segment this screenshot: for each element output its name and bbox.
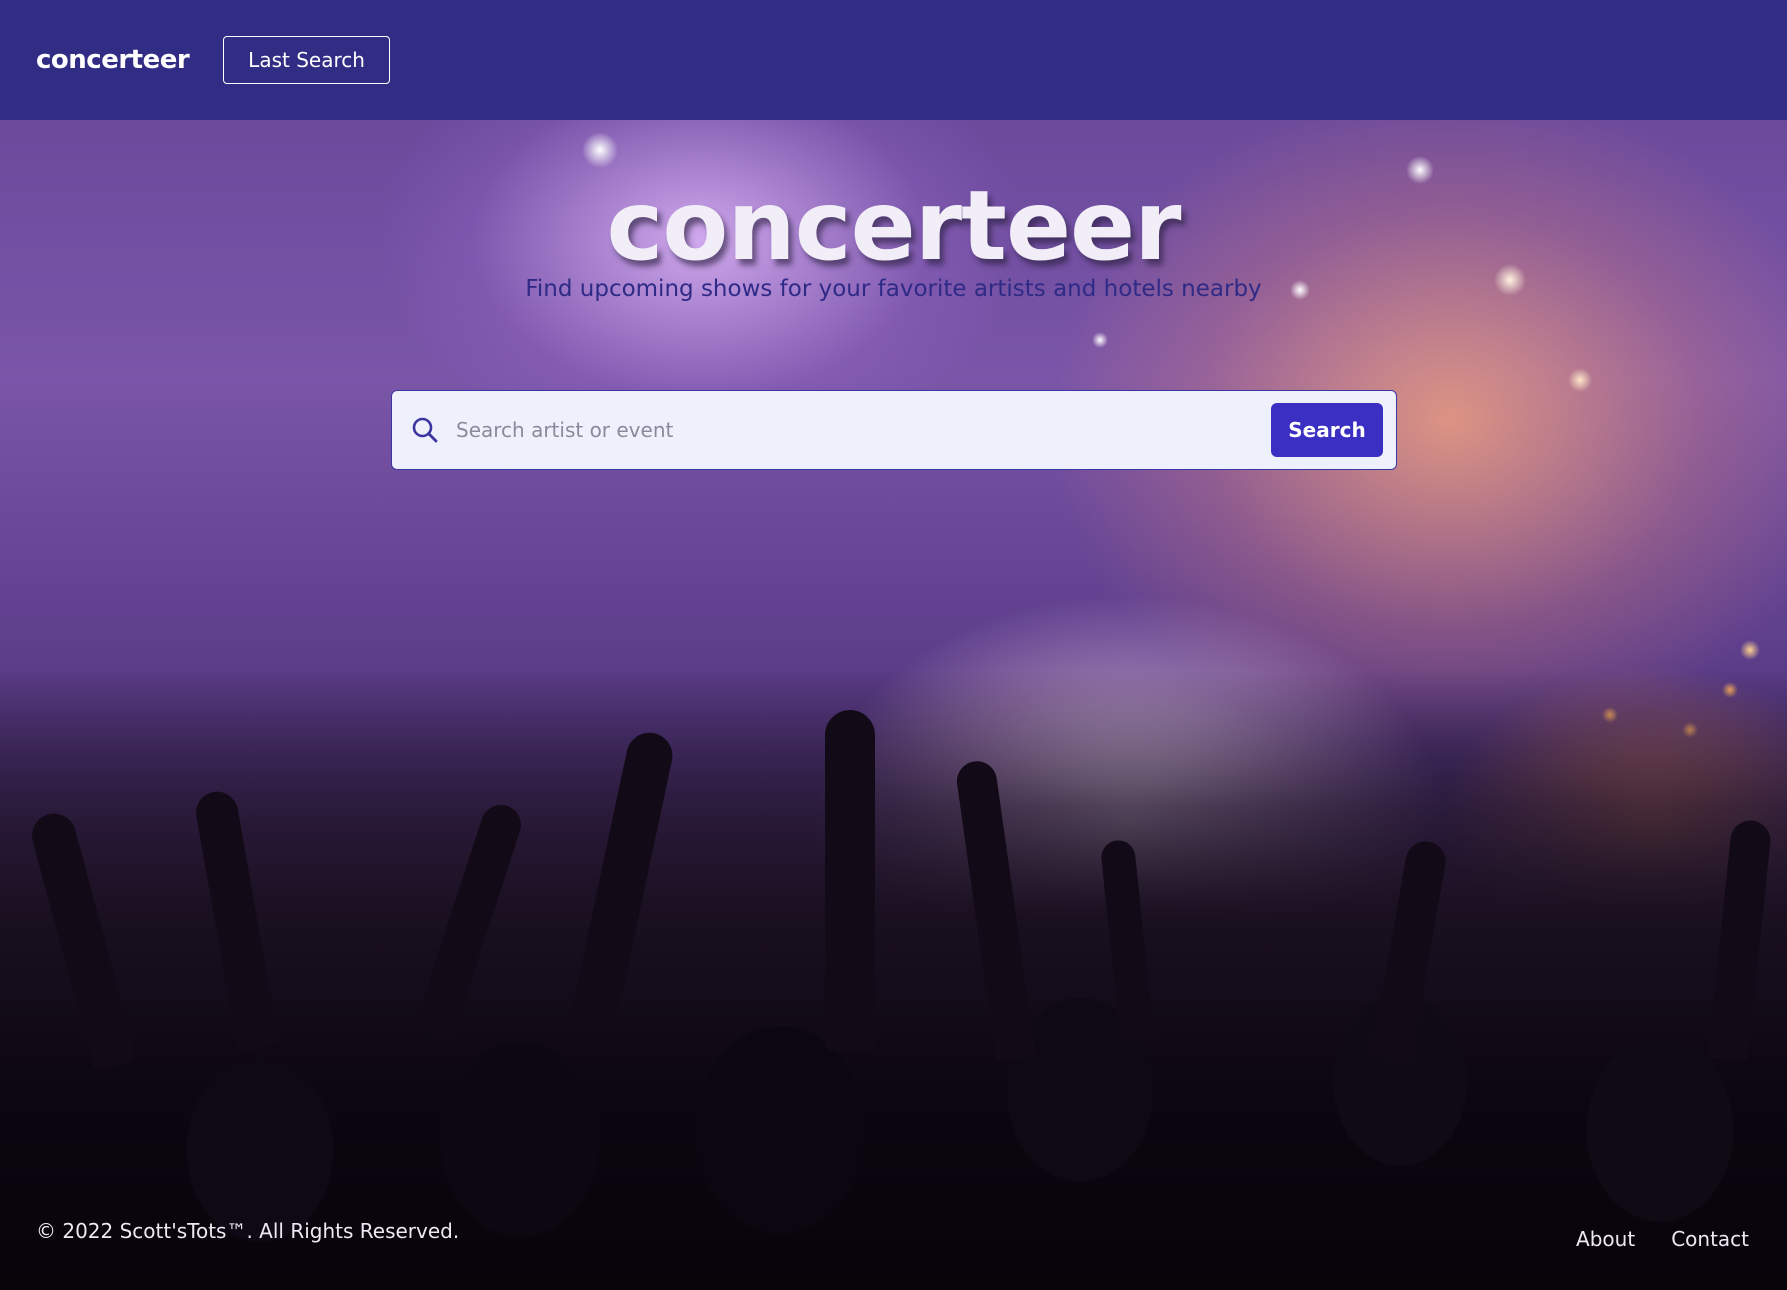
- footer-link-contact[interactable]: Contact: [1671, 1227, 1749, 1251]
- footer-link-about[interactable]: About: [1576, 1227, 1635, 1251]
- search-button[interactable]: Search: [1271, 403, 1383, 457]
- page: concerteer Last Search concerteer Find u…: [0, 0, 1787, 1290]
- brand-logo[interactable]: concerteer: [36, 45, 190, 75]
- crowd-silhouette: [0, 670, 1787, 1290]
- search-icon: [410, 415, 440, 445]
- top-navbar: concerteer Last Search: [0, 0, 1787, 120]
- footer-copyright: © 2022 Scott'sTots™. All Rights Reserved…: [36, 1219, 460, 1243]
- search-bar: Search: [391, 390, 1397, 470]
- hero-title: concerteer: [606, 170, 1181, 282]
- search-input[interactable]: [454, 390, 1271, 470]
- footer-links: About Contact: [1576, 1227, 1749, 1251]
- last-search-button[interactable]: Last Search: [223, 36, 390, 84]
- hero-subtitle: Find upcoming shows for your favorite ar…: [525, 276, 1262, 302]
